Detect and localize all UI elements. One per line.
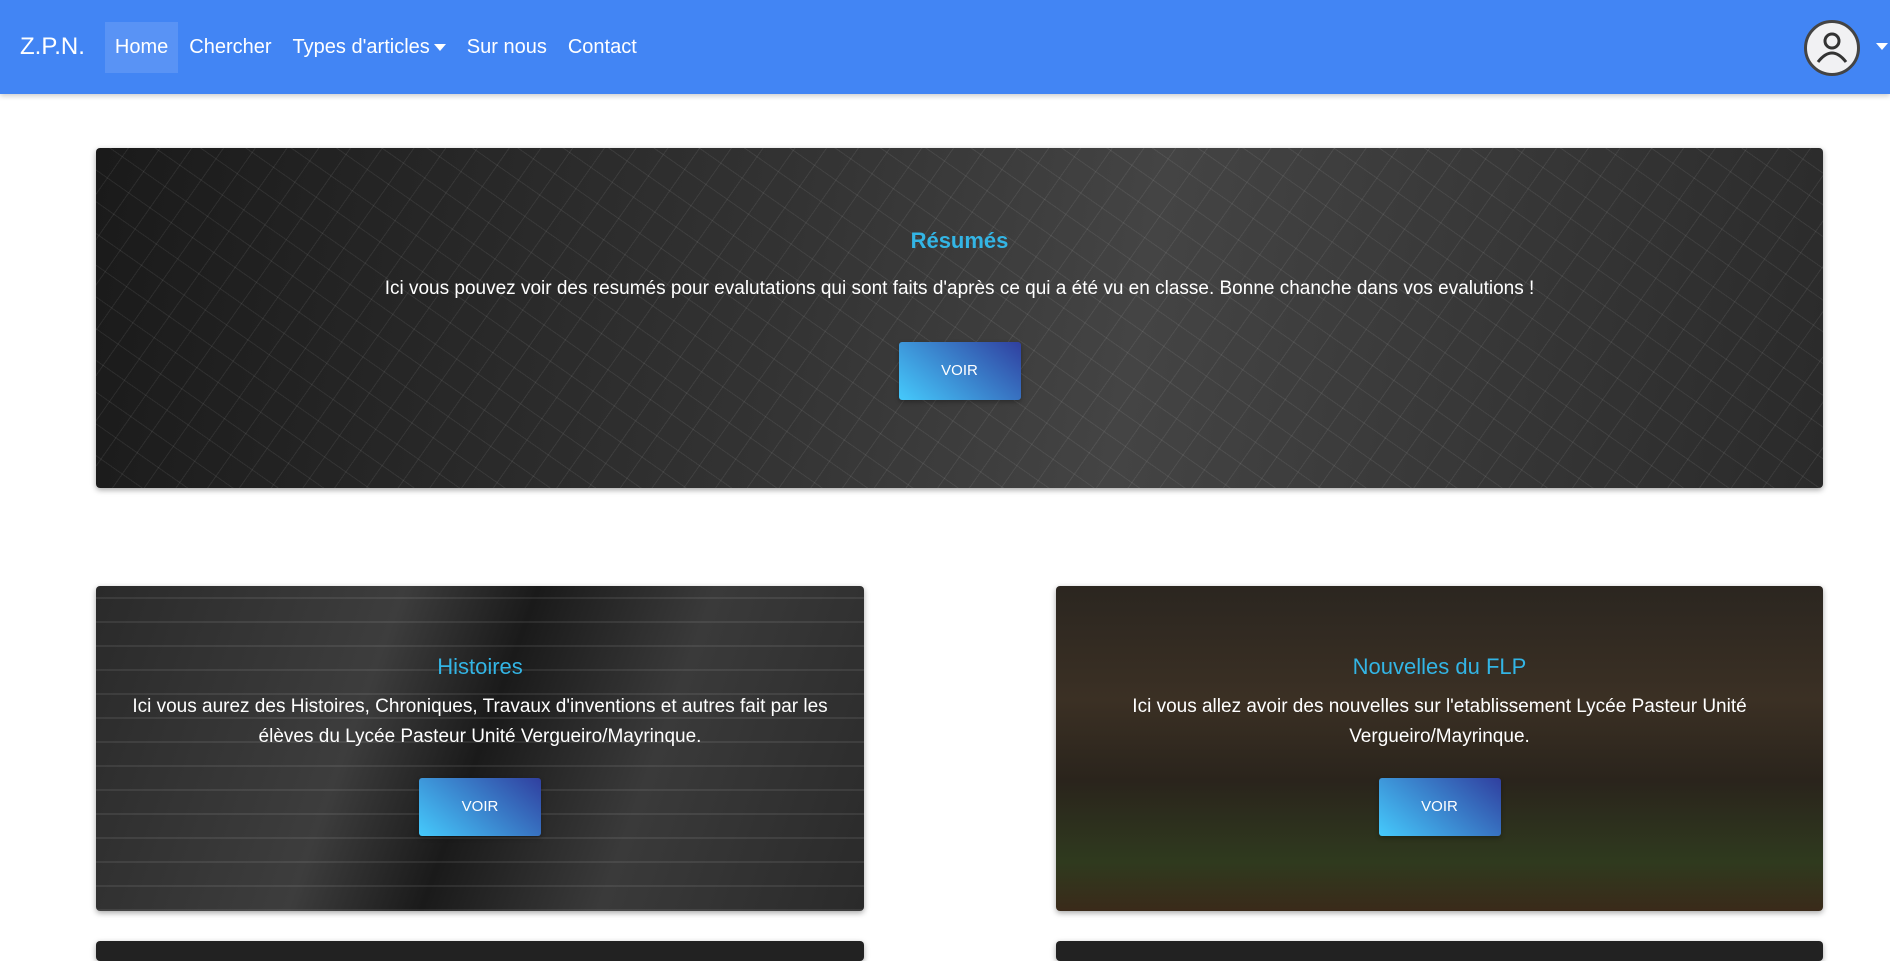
histoires-text: Ici vous aurez des Histoires, Chroniques… <box>132 696 828 747</box>
caret-down-icon <box>433 43 446 51</box>
user-circle-icon <box>1816 32 1848 63</box>
brand-logo[interactable]: Z.P.N. <box>20 33 85 61</box>
nav-types-articles[interactable]: Types d'articles <box>283 22 456 73</box>
next-card-left <box>96 941 864 961</box>
histoires-card: Histoires Ici vous aurez des Histoires, … <box>96 586 864 911</box>
histoires-voir-button[interactable]: VOIR <box>419 778 541 836</box>
nouvelles-card: Nouvelles du FLP Ici vous allez avoir de… <box>1056 586 1823 911</box>
nouvelles-voir-button[interactable]: VOIR <box>1378 778 1501 836</box>
nouvelles-title: Nouvelles du FLP <box>1352 654 1527 679</box>
nav-contact[interactable]: Contact <box>558 22 647 73</box>
user-avatar-button[interactable] <box>1804 20 1860 76</box>
nouvelles-text: Ici vous allez avoir des nouvelles sur l… <box>1132 696 1747 747</box>
next-card-right <box>1056 941 1823 961</box>
nav-chercher[interactable]: Chercher <box>179 22 281 73</box>
navbar: Z.P.N. Home Chercher Types d'articles Su… <box>0 0 1890 94</box>
resumes-card: Résumés Ici vous pouvez voir des resumés… <box>96 148 1823 488</box>
resumes-title: Résumés <box>910 228 1009 253</box>
nav-home[interactable]: Home <box>104 21 179 73</box>
nav-types-label: Types d'articles <box>292 35 430 58</box>
nav-sur-nous[interactable]: Sur nous <box>457 22 557 73</box>
resumes-text: Ici vous pouvez voir des resumés pour ev… <box>384 278 1535 299</box>
avatar-caret-icon[interactable] <box>1876 43 1888 50</box>
resumes-voir-button[interactable]: VOIR <box>898 342 1021 400</box>
histoires-title: Histoires <box>437 654 523 679</box>
